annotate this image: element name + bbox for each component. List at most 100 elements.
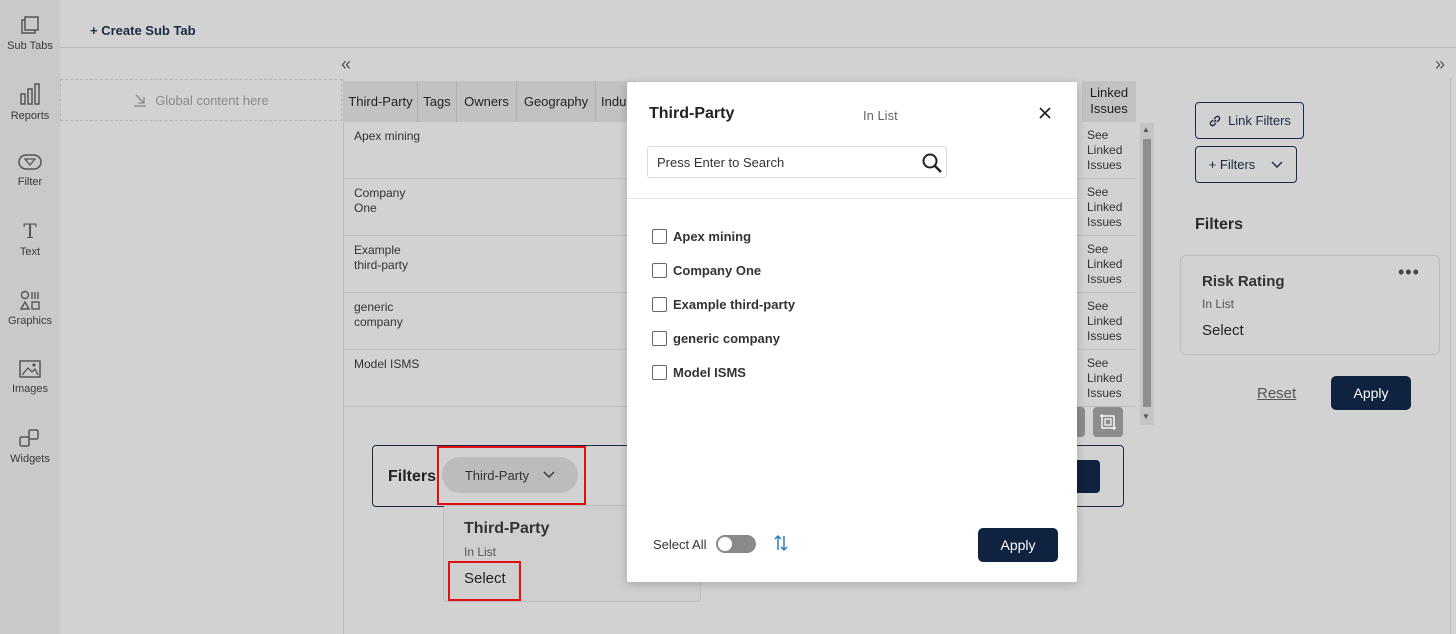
- right-panel-scrollbar[interactable]: [1450, 78, 1456, 634]
- risk-rating-subtitle: In List: [1202, 297, 1235, 311]
- third-party-filter-modal: Third-Party In List Apex mining Company …: [627, 82, 1077, 582]
- column-header[interactable]: Owners: [457, 81, 517, 122]
- rail-item-reports[interactable]: Reports: [0, 82, 60, 122]
- linked-issues-link[interactable]: See Linked Issues: [1087, 128, 1132, 173]
- column-header-linked-issues[interactable]: Linked Issues: [1082, 81, 1136, 122]
- rail-item-text[interactable]: T Text: [0, 220, 60, 258]
- sub-tabs-icon: [21, 16, 39, 34]
- rail-label: Reports: [10, 110, 50, 122]
- risk-rating-title: Risk Rating: [1202, 273, 1285, 290]
- rail-label: Widgets: [10, 453, 50, 465]
- expand-right-icon[interactable]: »: [1435, 54, 1445, 75]
- modal-subtitle: In List: [863, 108, 898, 123]
- top-bar: + Create Sub Tab: [60, 0, 1456, 48]
- table-header: Third-Party Tags Owners Geography Indu: [344, 81, 636, 122]
- option-checkbox-row[interactable]: Example third-party: [652, 295, 795, 313]
- highlight-box-select: [448, 561, 521, 601]
- chevron-down-icon: [1271, 161, 1283, 168]
- reset-link[interactable]: Reset: [1257, 385, 1296, 402]
- link-icon: [1209, 115, 1221, 126]
- third-party-name: generic company: [354, 300, 403, 329]
- checkbox[interactable]: [652, 228, 667, 244]
- global-content-dropzone[interactable]: Global content here: [60, 79, 342, 121]
- third-party-name: Apex mining: [354, 129, 421, 143]
- create-sub-tab-button[interactable]: + Create Sub Tab: [90, 23, 196, 38]
- linked-issues-link[interactable]: See Linked Issues: [1087, 242, 1132, 287]
- toggle-knob: [718, 537, 732, 551]
- checkbox[interactable]: [652, 296, 667, 312]
- linked-issues-link[interactable]: See Linked Issues: [1087, 356, 1132, 401]
- download-arrow-icon: [134, 94, 147, 107]
- global-placeholder: Global content here: [155, 92, 269, 108]
- select-all-toggle[interactable]: [716, 535, 756, 553]
- third-party-name: Company One: [354, 186, 406, 215]
- option-label: Apex mining: [673, 228, 752, 244]
- rail-label: Sub Tabs: [7, 40, 53, 52]
- link-filters-label: Link Filters: [1228, 113, 1291, 128]
- dropdown-subtitle: In List: [464, 545, 497, 559]
- rail-item-images[interactable]: Images: [0, 359, 60, 395]
- scroll-up-icon[interactable]: ▲: [1142, 125, 1150, 134]
- modal-search-box: [647, 146, 947, 178]
- rail-item-graphics[interactable]: Graphics: [0, 289, 60, 327]
- linked-issues-link[interactable]: See Linked Issues: [1087, 299, 1132, 344]
- filter-icon: [18, 154, 42, 170]
- option-checkbox-row[interactable]: Apex mining: [652, 227, 751, 245]
- option-label: Company One: [673, 262, 762, 278]
- linked-issues-link[interactable]: See Linked Issues: [1087, 185, 1132, 230]
- more-options-icon[interactable]: •••: [1398, 262, 1420, 283]
- rail-item-filter[interactable]: Filter: [0, 152, 60, 188]
- rail-label: Graphics: [7, 315, 53, 327]
- widgets-icon: [19, 429, 39, 447]
- bar-chart-icon: [20, 83, 40, 105]
- checkbox[interactable]: [652, 364, 667, 380]
- search-icon[interactable]: [921, 152, 943, 174]
- option-label: Example third-party: [673, 296, 796, 312]
- scroll-down-icon[interactable]: ▼: [1142, 412, 1150, 421]
- close-icon[interactable]: [1036, 104, 1054, 122]
- apply-label: Apply: [1000, 537, 1036, 553]
- collapse-left-icon[interactable]: «: [341, 54, 351, 75]
- table-scrollbar[interactable]: ▲ ▼: [1140, 123, 1154, 425]
- text-icon: T: [23, 220, 37, 242]
- checkbox[interactable]: [652, 330, 667, 346]
- option-checkbox-row[interactable]: Company One: [652, 261, 761, 279]
- option-label: Model ISMS: [673, 364, 746, 380]
- svg-text:T: T: [23, 220, 37, 242]
- link-filters-button[interactable]: Link Filters: [1195, 102, 1304, 139]
- filters-label: Filters: [388, 468, 437, 485]
- image-icon: [19, 360, 41, 378]
- third-party-name: Example third-party: [354, 243, 409, 272]
- rail-item-sub-tabs[interactable]: Sub Tabs: [0, 14, 60, 52]
- risk-rating-select[interactable]: Select: [1202, 322, 1244, 339]
- right-panel-filters-title: Filters: [1195, 216, 1244, 233]
- add-filters-label: + Filters: [1208, 157, 1256, 172]
- rail-label: Images: [11, 383, 49, 395]
- highlight-box-chip: [437, 446, 586, 505]
- table-layout-button[interactable]: [1093, 407, 1123, 437]
- checkbox[interactable]: [652, 262, 667, 278]
- tool-rail: Sub Tabs Reports Filter T Text Graphics …: [0, 0, 60, 634]
- option-label: generic company: [673, 330, 780, 346]
- option-checkbox-row[interactable]: generic company: [652, 329, 780, 347]
- third-party-name: Model ISMS: [354, 357, 420, 371]
- shapes-icon: [19, 290, 40, 310]
- modal-title: Third-Party: [649, 105, 735, 122]
- add-filters-button[interactable]: + Filters: [1195, 146, 1297, 183]
- frame-icon: [1100, 414, 1116, 430]
- sort-icon[interactable]: [773, 534, 789, 552]
- scrollbar-thumb[interactable]: [1143, 139, 1151, 407]
- column-header[interactable]: Third-Party: [344, 81, 418, 122]
- modal-apply-button[interactable]: Apply: [978, 528, 1058, 562]
- column-header[interactable]: Geography: [517, 81, 596, 122]
- apply-label: Apply: [1353, 385, 1389, 401]
- right-panel-apply-button[interactable]: Apply: [1331, 376, 1411, 410]
- option-checkbox-row[interactable]: Model ISMS: [652, 363, 746, 381]
- rail-label: Filter: [17, 176, 43, 188]
- column-header[interactable]: Tags: [418, 81, 457, 122]
- search-input[interactable]: [648, 147, 913, 177]
- risk-rating-filter-card: Risk Rating In List Select •••: [1180, 255, 1440, 355]
- dropdown-title: Third-Party: [464, 520, 550, 537]
- select-all-label: Select All: [653, 537, 707, 552]
- rail-item-widgets[interactable]: Widgets: [0, 427, 60, 465]
